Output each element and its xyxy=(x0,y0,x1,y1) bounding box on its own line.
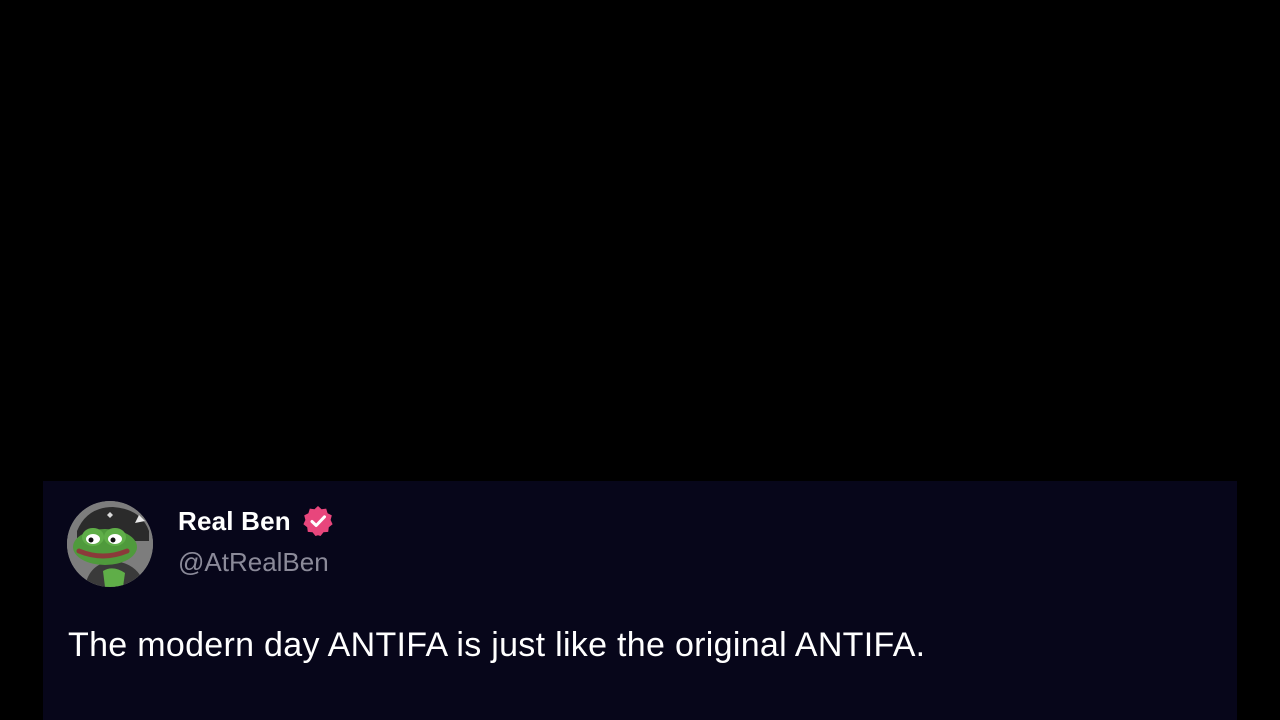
post-text: The modern day ANTIFA is just like the o… xyxy=(68,626,926,664)
frog-avatar-icon xyxy=(67,501,153,587)
author-display-name[interactable]: Real Ben xyxy=(178,506,291,537)
post-card: Real Ben @AtRealBen The modern day ANTIF… xyxy=(43,481,1237,720)
video-frame: Real Ben @AtRealBen The modern day ANTIF… xyxy=(0,0,1280,720)
author-avatar[interactable] xyxy=(67,501,153,587)
author-handle[interactable]: @AtRealBen xyxy=(178,547,329,578)
author-name-row: Real Ben xyxy=(178,502,335,540)
verified-badge-icon xyxy=(301,504,335,538)
